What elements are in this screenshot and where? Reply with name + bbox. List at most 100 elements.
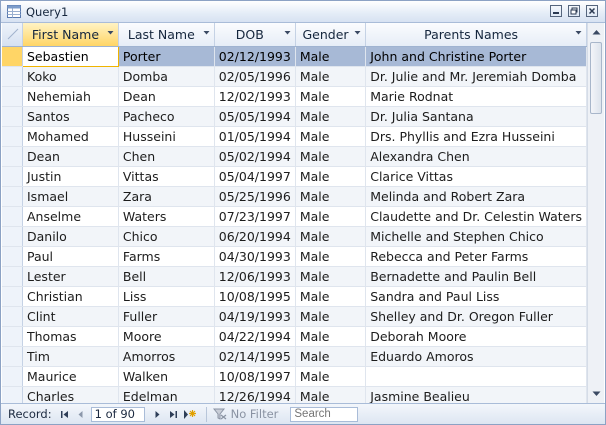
cell-first-name[interactable]: Paul: [22, 246, 119, 267]
cell-parents-names[interactable]: Clarice Vittas: [365, 166, 587, 187]
cell-first-name[interactable]: Santos: [22, 106, 119, 127]
cell-gender[interactable]: Male: [295, 146, 367, 167]
cell-last-name[interactable]: Domba: [118, 66, 215, 87]
table-row[interactable]: Mohamed Husseini 01/05/1994 Male Drs. Phylli…: [2, 126, 587, 147]
last-record-button[interactable]: [167, 408, 180, 421]
cell-parents-names[interactable]: Melinda and Robert Zara: [365, 186, 587, 207]
record-selector[interactable]: [2, 46, 23, 67]
cell-parents-names[interactable]: [365, 366, 587, 387]
cell-parents-names[interactable]: Bernadette and Paulin Bell: [365, 266, 587, 287]
cell-dob[interactable]: 02/12/1993: [214, 46, 296, 67]
cell-parents-names[interactable]: Marie Rodnat: [365, 86, 587, 107]
cell-dob[interactable]: 05/02/1994: [214, 146, 296, 167]
cell-parents-names[interactable]: Drs. Phyllis and Ezra Husseini: [365, 126, 587, 147]
record-selector[interactable]: [2, 126, 23, 147]
cell-last-name[interactable]: Waters: [118, 206, 215, 227]
cell-last-name[interactable]: Bell: [118, 266, 215, 287]
cell-parents-names[interactable]: Michelle and Stephen Chico: [365, 226, 587, 247]
table-row[interactable]: Sebastien Porter 02/12/1993 Male John and Ch…: [2, 46, 587, 67]
cell-dob[interactable]: 10/08/1995: [214, 286, 296, 307]
cell-first-name[interactable]: Nehemiah: [22, 86, 119, 107]
table-row[interactable]: Dean Chen 05/02/1994 Male Alexandra Chen: [2, 146, 587, 167]
cell-first-name[interactable]: Lester: [22, 266, 119, 287]
column-sort-button[interactable]: [283, 28, 292, 37]
record-selector[interactable]: [2, 226, 23, 247]
record-position-field[interactable]: 1 of 90: [90, 406, 145, 422]
cell-first-name[interactable]: Clint: [22, 306, 119, 327]
cell-first-name[interactable]: Thomas: [22, 326, 119, 347]
record-selector[interactable]: [2, 306, 23, 327]
cell-gender[interactable]: Male: [295, 246, 367, 267]
record-selector[interactable]: [2, 106, 23, 127]
cell-first-name[interactable]: Justin: [22, 166, 119, 187]
table-row[interactable]: Paul Farms 04/30/1993 Male Rebecca and Peter…: [2, 246, 587, 267]
table-row[interactable]: Danilo Chico 06/20/1994 Male Michelle and St…: [2, 226, 587, 247]
cell-last-name[interactable]: Porter: [118, 46, 215, 67]
table-row[interactable]: Tim Amorros 02/14/1995 Male Eduardo Amoros: [2, 346, 587, 367]
table-row[interactable]: Ismael Zara 05/25/1996 Male Melinda and Robe…: [2, 186, 587, 207]
cell-gender[interactable]: Male: [295, 266, 367, 287]
cell-last-name[interactable]: Farms: [118, 246, 215, 267]
table-row[interactable]: Justin Vittas 05/04/1997 Male Clarice Vittas: [2, 166, 587, 187]
column-header-dob[interactable]: DOB: [214, 23, 296, 47]
cell-dob[interactable]: 12/26/1994: [214, 386, 296, 403]
cell-dob[interactable]: 05/05/1994: [214, 106, 296, 127]
column-header-last-name[interactable]: Last Name: [118, 23, 215, 47]
cell-dob[interactable]: 10/08/1997: [214, 366, 296, 387]
column-header-first-name[interactable]: First Name: [22, 23, 119, 47]
cell-parents-names[interactable]: Shelley and Dr. Oregon Fuller: [365, 306, 587, 327]
cell-gender[interactable]: Male: [295, 106, 367, 127]
new-record-button[interactable]: [183, 408, 196, 421]
cell-first-name[interactable]: Charles: [22, 386, 119, 403]
cell-dob[interactable]: 04/22/1994: [214, 326, 296, 347]
cell-parents-names[interactable]: Deborah Moore: [365, 326, 587, 347]
cell-gender[interactable]: Male: [295, 206, 367, 227]
record-selector[interactable]: [2, 186, 23, 207]
record-selector[interactable]: [2, 286, 23, 307]
cell-gender[interactable]: Male: [295, 326, 367, 347]
cell-dob[interactable]: 05/25/1996: [214, 186, 296, 207]
filter-toggle[interactable]: No Filter: [212, 407, 278, 421]
cell-dob[interactable]: 12/02/1993: [214, 86, 296, 107]
column-header-parents-names[interactable]: Parents Names: [365, 23, 587, 47]
table-row[interactable]: Thomas Moore 04/22/1994 Male Deborah Moore: [2, 326, 587, 347]
table-row[interactable]: Charles Edelman 12/26/1994 Male Jasmine Beal…: [2, 386, 587, 403]
cell-last-name[interactable]: Chen: [118, 146, 215, 167]
close-button[interactable]: [585, 4, 599, 18]
cell-first-name[interactable]: Tim: [22, 346, 119, 367]
record-selector[interactable]: [2, 66, 23, 87]
cell-gender[interactable]: Male: [295, 66, 367, 87]
record-selector[interactable]: [2, 166, 23, 187]
cell-gender[interactable]: Male: [295, 126, 367, 147]
cell-last-name[interactable]: Edelman: [118, 386, 215, 403]
cell-parents-names[interactable]: John and Christine Porter: [365, 46, 587, 67]
cell-dob[interactable]: 07/23/1997: [214, 206, 296, 227]
cell-dob[interactable]: 05/04/1997: [214, 166, 296, 187]
cell-gender[interactable]: Male: [295, 366, 367, 387]
cell-last-name[interactable]: Vittas: [118, 166, 215, 187]
cell-first-name[interactable]: Mohamed: [22, 126, 119, 147]
cell-gender[interactable]: Male: [295, 306, 367, 327]
cell-dob[interactable]: 04/30/1993: [214, 246, 296, 267]
column-sort-button[interactable]: [574, 28, 583, 37]
cell-gender[interactable]: Male: [295, 186, 367, 207]
scroll-up-button[interactable]: [588, 24, 604, 40]
cell-last-name[interactable]: Husseini: [118, 126, 215, 147]
column-sort-button[interactable]: [202, 28, 211, 37]
table-row[interactable]: Christian Liss 10/08/1995 Male Sandra and Pa…: [2, 286, 587, 307]
cell-parents-names[interactable]: Dr. Julia Santana: [365, 106, 587, 127]
cell-last-name[interactable]: Liss: [118, 286, 215, 307]
cell-first-name[interactable]: Anselme: [22, 206, 119, 227]
cell-parents-names[interactable]: Jasmine Bealieu: [365, 386, 587, 403]
cell-first-name[interactable]: Danilo: [22, 226, 119, 247]
cell-first-name[interactable]: Christian: [22, 286, 119, 307]
table-row[interactable]: Anselme Waters 07/23/1997 Male Claudette and…: [2, 206, 587, 227]
cell-parents-names[interactable]: Claudette and Dr. Celestin Waters: [365, 206, 587, 227]
column-sort-button[interactable]: [106, 28, 115, 37]
cell-last-name[interactable]: Chico: [118, 226, 215, 247]
next-record-button[interactable]: [151, 408, 164, 421]
cell-first-name[interactable]: Ismael: [22, 186, 119, 207]
previous-record-button[interactable]: [74, 408, 87, 421]
restore-button[interactable]: [567, 4, 581, 18]
title-bar[interactable]: Query1: [1, 1, 605, 23]
